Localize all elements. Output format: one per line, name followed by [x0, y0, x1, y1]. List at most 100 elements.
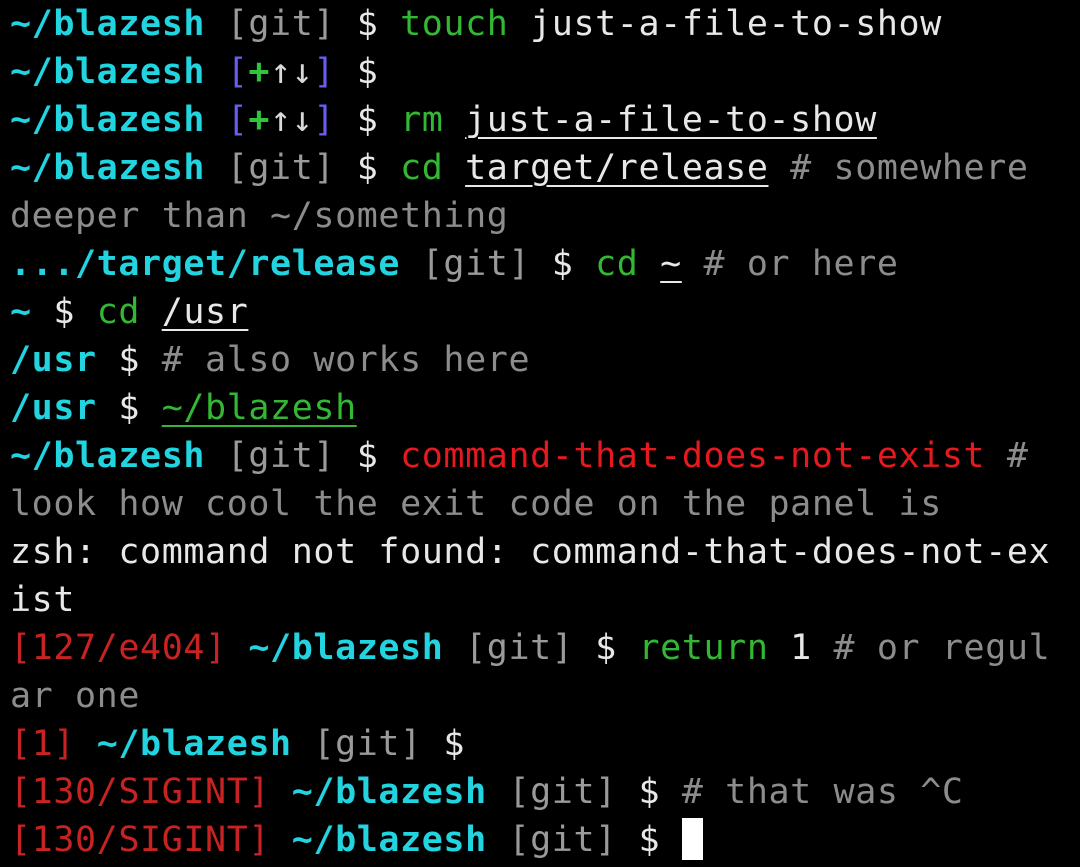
prompt-path: ~/blazesh	[96, 724, 292, 764]
git-dirty-arrows: ↑↓	[270, 100, 314, 140]
terminal-line: ~/blazesh [git] $ cd target/release # so…	[10, 144, 1080, 192]
text-segment: $	[335, 52, 379, 92]
command-name: cd	[96, 292, 141, 332]
text-segment: $	[421, 724, 466, 764]
shell-comment: # or here	[681, 244, 899, 284]
terminal-line: [127/e404] ~/blazesh [git] $ return 1 # …	[10, 624, 1080, 672]
shell-comment: look how cool the exit code on the panel…	[10, 484, 942, 524]
terminal-line: /usr $ # also works here	[10, 336, 1080, 384]
text-segment	[140, 292, 162, 332]
terminal-line: deeper than ~/something	[10, 192, 1080, 240]
git-dirty-plus: +	[248, 52, 271, 92]
text-segment	[227, 628, 249, 668]
prompt-path: ~/blazesh	[10, 148, 206, 188]
text-cursor[interactable]	[681, 818, 703, 860]
git-dirty-plus: +	[248, 100, 271, 140]
text-segment: $	[530, 244, 596, 284]
text-segment: zsh: command not found: command-that-doe…	[10, 532, 1051, 572]
text-segment	[205, 436, 227, 476]
command-argument: target/release	[465, 148, 769, 188]
text-segment: $	[335, 100, 401, 140]
terminal-line: ~ $ cd /usr	[10, 288, 1080, 336]
terminal-line: .../target/release [git] $ cd ~ # or her…	[10, 240, 1080, 288]
text-segment	[270, 820, 292, 860]
text-segment	[292, 724, 314, 764]
terminal-line: [130/SIGINT] ~/blazesh [git] $	[10, 816, 1080, 864]
text-segment	[205, 100, 227, 140]
text-segment	[270, 772, 292, 812]
command-argument: /usr	[161, 292, 249, 332]
command-name: ~/blazesh	[161, 388, 357, 428]
terminal-line: [130/SIGINT] ~/blazesh [git] $ # that wa…	[10, 768, 1080, 816]
text-segment	[443, 148, 465, 188]
git-status: ]	[313, 100, 336, 140]
git-status: [git]	[508, 820, 617, 860]
exit-code-badge: [130/SIGINT]	[10, 772, 271, 812]
shell-comment: # that was ^C	[681, 772, 964, 812]
text-segment: ist	[10, 580, 76, 620]
prompt-path: ~/blazesh	[248, 628, 444, 668]
shell-comment: ar one	[10, 676, 141, 716]
terminal-line: ist	[10, 576, 1080, 624]
text-segment	[638, 244, 660, 284]
terminal-line: ~/blazesh [git] $ touch just-a-file-to-s…	[10, 0, 1080, 48]
git-status: [git]	[508, 772, 617, 812]
prompt-path: ~	[10, 292, 32, 332]
git-status: [git]	[421, 244, 531, 284]
prompt-path: .../target/release	[10, 244, 401, 284]
terminal-line: ~/blazesh [+↑↓] $ rm just-a-file-to-show	[10, 96, 1080, 144]
prompt-path: ~/blazesh	[10, 4, 206, 44]
prompt-path: ~/blazesh	[10, 436, 206, 476]
git-status: [	[226, 52, 249, 92]
shell-comment: # also works here	[161, 340, 531, 380]
text-segment: $	[616, 820, 682, 860]
text-segment: $	[616, 772, 682, 812]
exit-code-badge: [130/SIGINT]	[10, 820, 271, 860]
text-segment	[487, 820, 509, 860]
command-name: cd	[595, 244, 639, 284]
prompt-path: ~/blazesh	[10, 100, 206, 140]
terminal-line: ar one	[10, 672, 1080, 720]
text-segment: just-a-file-to-show	[508, 4, 942, 44]
text-segment: $	[31, 292, 97, 332]
command-argument: just-a-file-to-show	[465, 100, 877, 140]
text-segment: $	[96, 388, 162, 428]
text-segment	[487, 772, 509, 812]
text-segment	[205, 52, 227, 92]
git-status: [	[226, 100, 249, 140]
terminal-window[interactable]: ~/blazesh [git] $ touch just-a-file-to-s…	[0, 0, 1080, 867]
text-segment: $	[96, 340, 162, 380]
shell-comment: deeper than ~/something	[10, 196, 509, 236]
command-argument: ~	[660, 244, 682, 284]
text-segment: $	[335, 436, 401, 476]
text-segment	[75, 724, 97, 764]
terminal-line: look how cool the exit code on the panel…	[10, 480, 1080, 528]
text-segment	[443, 100, 465, 140]
git-status: [git]	[226, 4, 336, 44]
git-status: [git]	[313, 724, 422, 764]
terminal-line: ~/blazesh [git] $ command-that-does-not-…	[10, 432, 1080, 480]
text-segment	[400, 244, 422, 284]
prompt-path: /usr	[10, 388, 97, 428]
git-status: [git]	[226, 148, 336, 188]
git-status: ]	[313, 52, 336, 92]
error-command: command-that-does-not-exist	[400, 436, 986, 476]
shell-comment: # somewhere	[768, 148, 1029, 188]
command-name: cd	[400, 148, 444, 188]
text-segment: $	[573, 628, 639, 668]
exit-code-badge: [127/e404]	[10, 628, 227, 668]
git-status: [git]	[465, 628, 574, 668]
text-segment	[205, 4, 227, 44]
git-status: [git]	[226, 436, 336, 476]
terminal-line: zsh: command not found: command-that-doe…	[10, 528, 1080, 576]
prompt-path: /usr	[10, 340, 97, 380]
text-segment: 1	[768, 628, 812, 668]
terminal-line: [1] ~/blazesh [git] $	[10, 720, 1080, 768]
shell-comment: # or regul	[811, 628, 1051, 668]
text-segment	[205, 148, 227, 188]
git-dirty-arrows: ↑↓	[270, 52, 314, 92]
text-segment: $	[335, 148, 401, 188]
prompt-path: ~/blazesh	[291, 772, 487, 812]
prompt-path: ~/blazesh	[10, 52, 206, 92]
exit-code-badge: [1]	[10, 724, 76, 764]
